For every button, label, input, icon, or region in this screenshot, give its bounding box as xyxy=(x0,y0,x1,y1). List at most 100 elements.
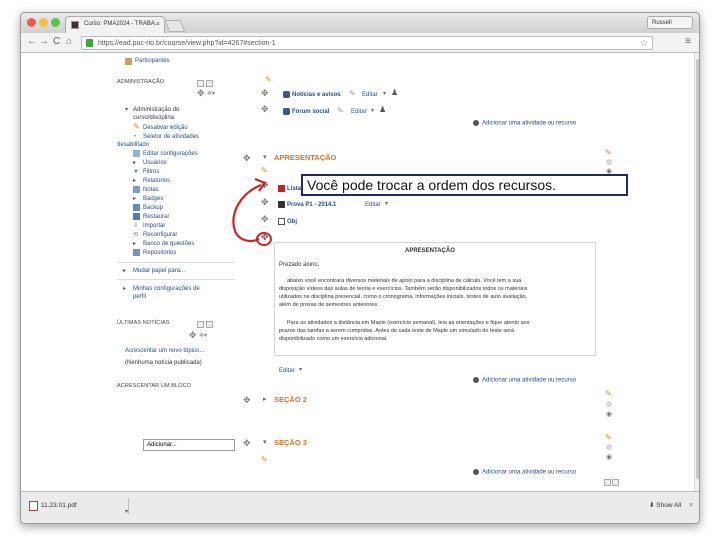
move-icon[interactable]: ✥ xyxy=(261,105,269,114)
profile-settings-line1[interactable]: Minhas configurações de xyxy=(133,285,200,293)
user-role-icon[interactable]: ♟ xyxy=(391,89,398,97)
show-all-downloads-button[interactable]: ⬇ Show All xyxy=(649,498,681,514)
edit-menu[interactable]: Editar xyxy=(362,91,378,99)
scrollbar-thumb[interactable] xyxy=(696,59,699,479)
highlight-icon[interactable]: ◍ xyxy=(606,401,612,408)
divider xyxy=(117,262,235,263)
edit-menu[interactable]: Editar xyxy=(365,201,381,209)
import-icon: ⇩ xyxy=(133,223,139,229)
divider xyxy=(117,279,235,280)
section3-title[interactable]: SEÇÃO 3 xyxy=(274,438,307,447)
add-activity-link[interactable]: Adicionar uma atividade ou recurso xyxy=(473,120,576,127)
back-button[interactable]: ← xyxy=(27,36,37,47)
activity-selector-line2[interactable]: desabilitado xyxy=(117,141,149,149)
edit-section-icon[interactable]: ✎ xyxy=(605,434,612,442)
add-topic-link[interactable]: Acrescentar um novo tópico... xyxy=(125,347,204,355)
course-admin-line1[interactable]: Administração do xyxy=(133,106,179,114)
add-activity-link[interactable]: Adicionar uma atividade ou recurso xyxy=(473,469,576,476)
download-item[interactable]: 11.23.01.pdf ▾ xyxy=(25,498,129,515)
edit-menu[interactable]: Editar xyxy=(351,108,367,116)
edit-section-icon[interactable]: ✎ xyxy=(605,149,612,157)
section1-title[interactable]: APRESENTAÇÃO xyxy=(274,153,336,162)
course-admin-line2[interactable]: curso/disciplina xyxy=(133,114,174,122)
dock-block-icon[interactable] xyxy=(197,80,204,87)
dropdown-arrow-icon[interactable]: ▾ xyxy=(371,107,374,115)
add-block-select[interactable]: Adicionar... xyxy=(143,439,235,451)
block-actions-icon[interactable]: ✲▾ xyxy=(199,332,207,340)
activity-selector-line1[interactable]: Seletor de atividades xyxy=(143,133,199,141)
zoom-window-button[interactable] xyxy=(51,18,60,27)
minimize-window-button[interactable] xyxy=(39,18,48,27)
dropdown-arrow-icon[interactable]: ▾ xyxy=(383,90,386,98)
section-collapse-icon[interactable]: ▾ xyxy=(263,439,267,447)
edit-title-icon[interactable]: ✎ xyxy=(349,90,356,98)
section-collapse-icon[interactable]: ▾ xyxy=(263,154,267,162)
news-forum-link[interactable]: Notícias e avisos xyxy=(292,91,341,99)
edit-title-icon[interactable]: ✎ xyxy=(337,107,344,115)
edit-off-link[interactable]: Desativar edição xyxy=(143,124,188,132)
reset-link[interactable]: Reconfigurar xyxy=(143,231,177,239)
reports-link[interactable]: Relatórios xyxy=(143,177,170,185)
bookmark-star-icon[interactable]: ☆ xyxy=(640,37,648,50)
move-block-icon[interactable]: ✥ xyxy=(197,89,205,98)
move-block-icon[interactable]: ✥ xyxy=(189,331,197,340)
import-link[interactable]: Importar xyxy=(143,222,165,230)
visibility-eye-icon[interactable]: ◉ xyxy=(606,454,612,461)
social-forum-link[interactable]: Fórum social xyxy=(292,108,329,116)
badges-link[interactable]: Badges xyxy=(143,195,163,203)
move-section-icon[interactable]: ✥ xyxy=(243,396,251,405)
filters-link[interactable]: Filtros xyxy=(143,168,159,176)
tab-close-icon[interactable]: × xyxy=(156,17,160,32)
section-expand-icon[interactable]: ▸ xyxy=(263,396,267,404)
edit-section-icon[interactable]: ✎ xyxy=(605,390,612,398)
user-profile-button[interactable]: Russell xyxy=(647,16,693,29)
dock-block-icon[interactable] xyxy=(197,321,204,328)
move-section-icon[interactable]: ✥ xyxy=(243,439,251,448)
download-options-icon[interactable]: ▾ xyxy=(125,504,128,520)
user-role-icon[interactable]: ♟ xyxy=(379,106,386,114)
section2-title[interactable]: SEÇÃO 2 xyxy=(274,395,307,404)
users-link[interactable]: Usuários xyxy=(143,159,167,167)
section-edit-menu[interactable]: Editar xyxy=(279,367,295,375)
backup-link[interactable]: Backup xyxy=(143,204,163,212)
move-icon[interactable]: ✥ xyxy=(261,89,269,98)
home-button[interactable]: ⌂ xyxy=(66,36,72,47)
forward-button[interactable]: → xyxy=(39,36,49,47)
address-bar[interactable]: https://ead.puc-rio.br/course/view.php?i… xyxy=(81,36,653,50)
edit-settings-link[interactable]: Editar configurações xyxy=(143,150,198,158)
dropdown-arrow-icon[interactable]: ▾ xyxy=(299,366,302,374)
move-section-icon[interactable]: ✥ xyxy=(243,154,251,163)
collapsed-arrow-icon: ▸ xyxy=(133,178,137,184)
visibility-eye-icon[interactable]: ◉ xyxy=(606,411,612,418)
dock-icon[interactable] xyxy=(612,479,619,486)
collapse-block-icon[interactable] xyxy=(206,321,213,328)
collapse-block-icon[interactable] xyxy=(206,80,213,87)
vertical-scrollbar[interactable] xyxy=(694,53,699,491)
repositories-link[interactable]: Repositórios xyxy=(143,249,176,257)
participants-link[interactable]: Participantes xyxy=(135,57,170,65)
resource2-link[interactable]: Prova P1 - 2014.1 xyxy=(287,201,336,209)
new-tab-button[interactable] xyxy=(164,20,186,32)
highlight-icon[interactable]: ◍ xyxy=(606,444,612,451)
browser-menu-icon[interactable]: ≡ xyxy=(685,37,691,47)
switch-role-link[interactable]: Mudar papel para... xyxy=(133,267,185,275)
highlight-icon[interactable]: ◍ xyxy=(606,159,612,166)
close-window-button[interactable] xyxy=(27,18,36,27)
grades-link[interactable]: Notas xyxy=(143,186,159,194)
question-bank-link[interactable]: Banco de questões xyxy=(143,240,194,248)
forum-icon xyxy=(283,108,290,115)
dropdown-arrow-icon[interactable]: ▾ xyxy=(385,200,388,208)
edit-summary-icon[interactable]: ✎ xyxy=(261,456,268,464)
block-actions-icon[interactable]: ✲▾ xyxy=(207,90,215,98)
browser-tab[interactable]: Curso: PMA2024 - TRABA... × xyxy=(65,16,165,33)
restore-link[interactable]: Restaurar xyxy=(143,213,169,221)
resource3-link[interactable]: Obj xyxy=(287,218,297,226)
add-activity-link[interactable]: Adicionar uma atividade ou recurso xyxy=(473,377,576,384)
close-downloads-icon[interactable]: × xyxy=(689,498,693,514)
dock-icon[interactable] xyxy=(604,479,611,486)
edit-section-icon[interactable]: ✎ xyxy=(265,76,272,84)
downloads-bar: 11.23.01.pdf ▾ ⬇ Show All × xyxy=(21,491,699,523)
profile-settings-line2[interactable]: perfil xyxy=(133,293,146,301)
summary-paragraph1-line2: disposição vídeos das aulas de teoria e … xyxy=(279,286,528,292)
reload-button[interactable]: C xyxy=(53,36,60,47)
